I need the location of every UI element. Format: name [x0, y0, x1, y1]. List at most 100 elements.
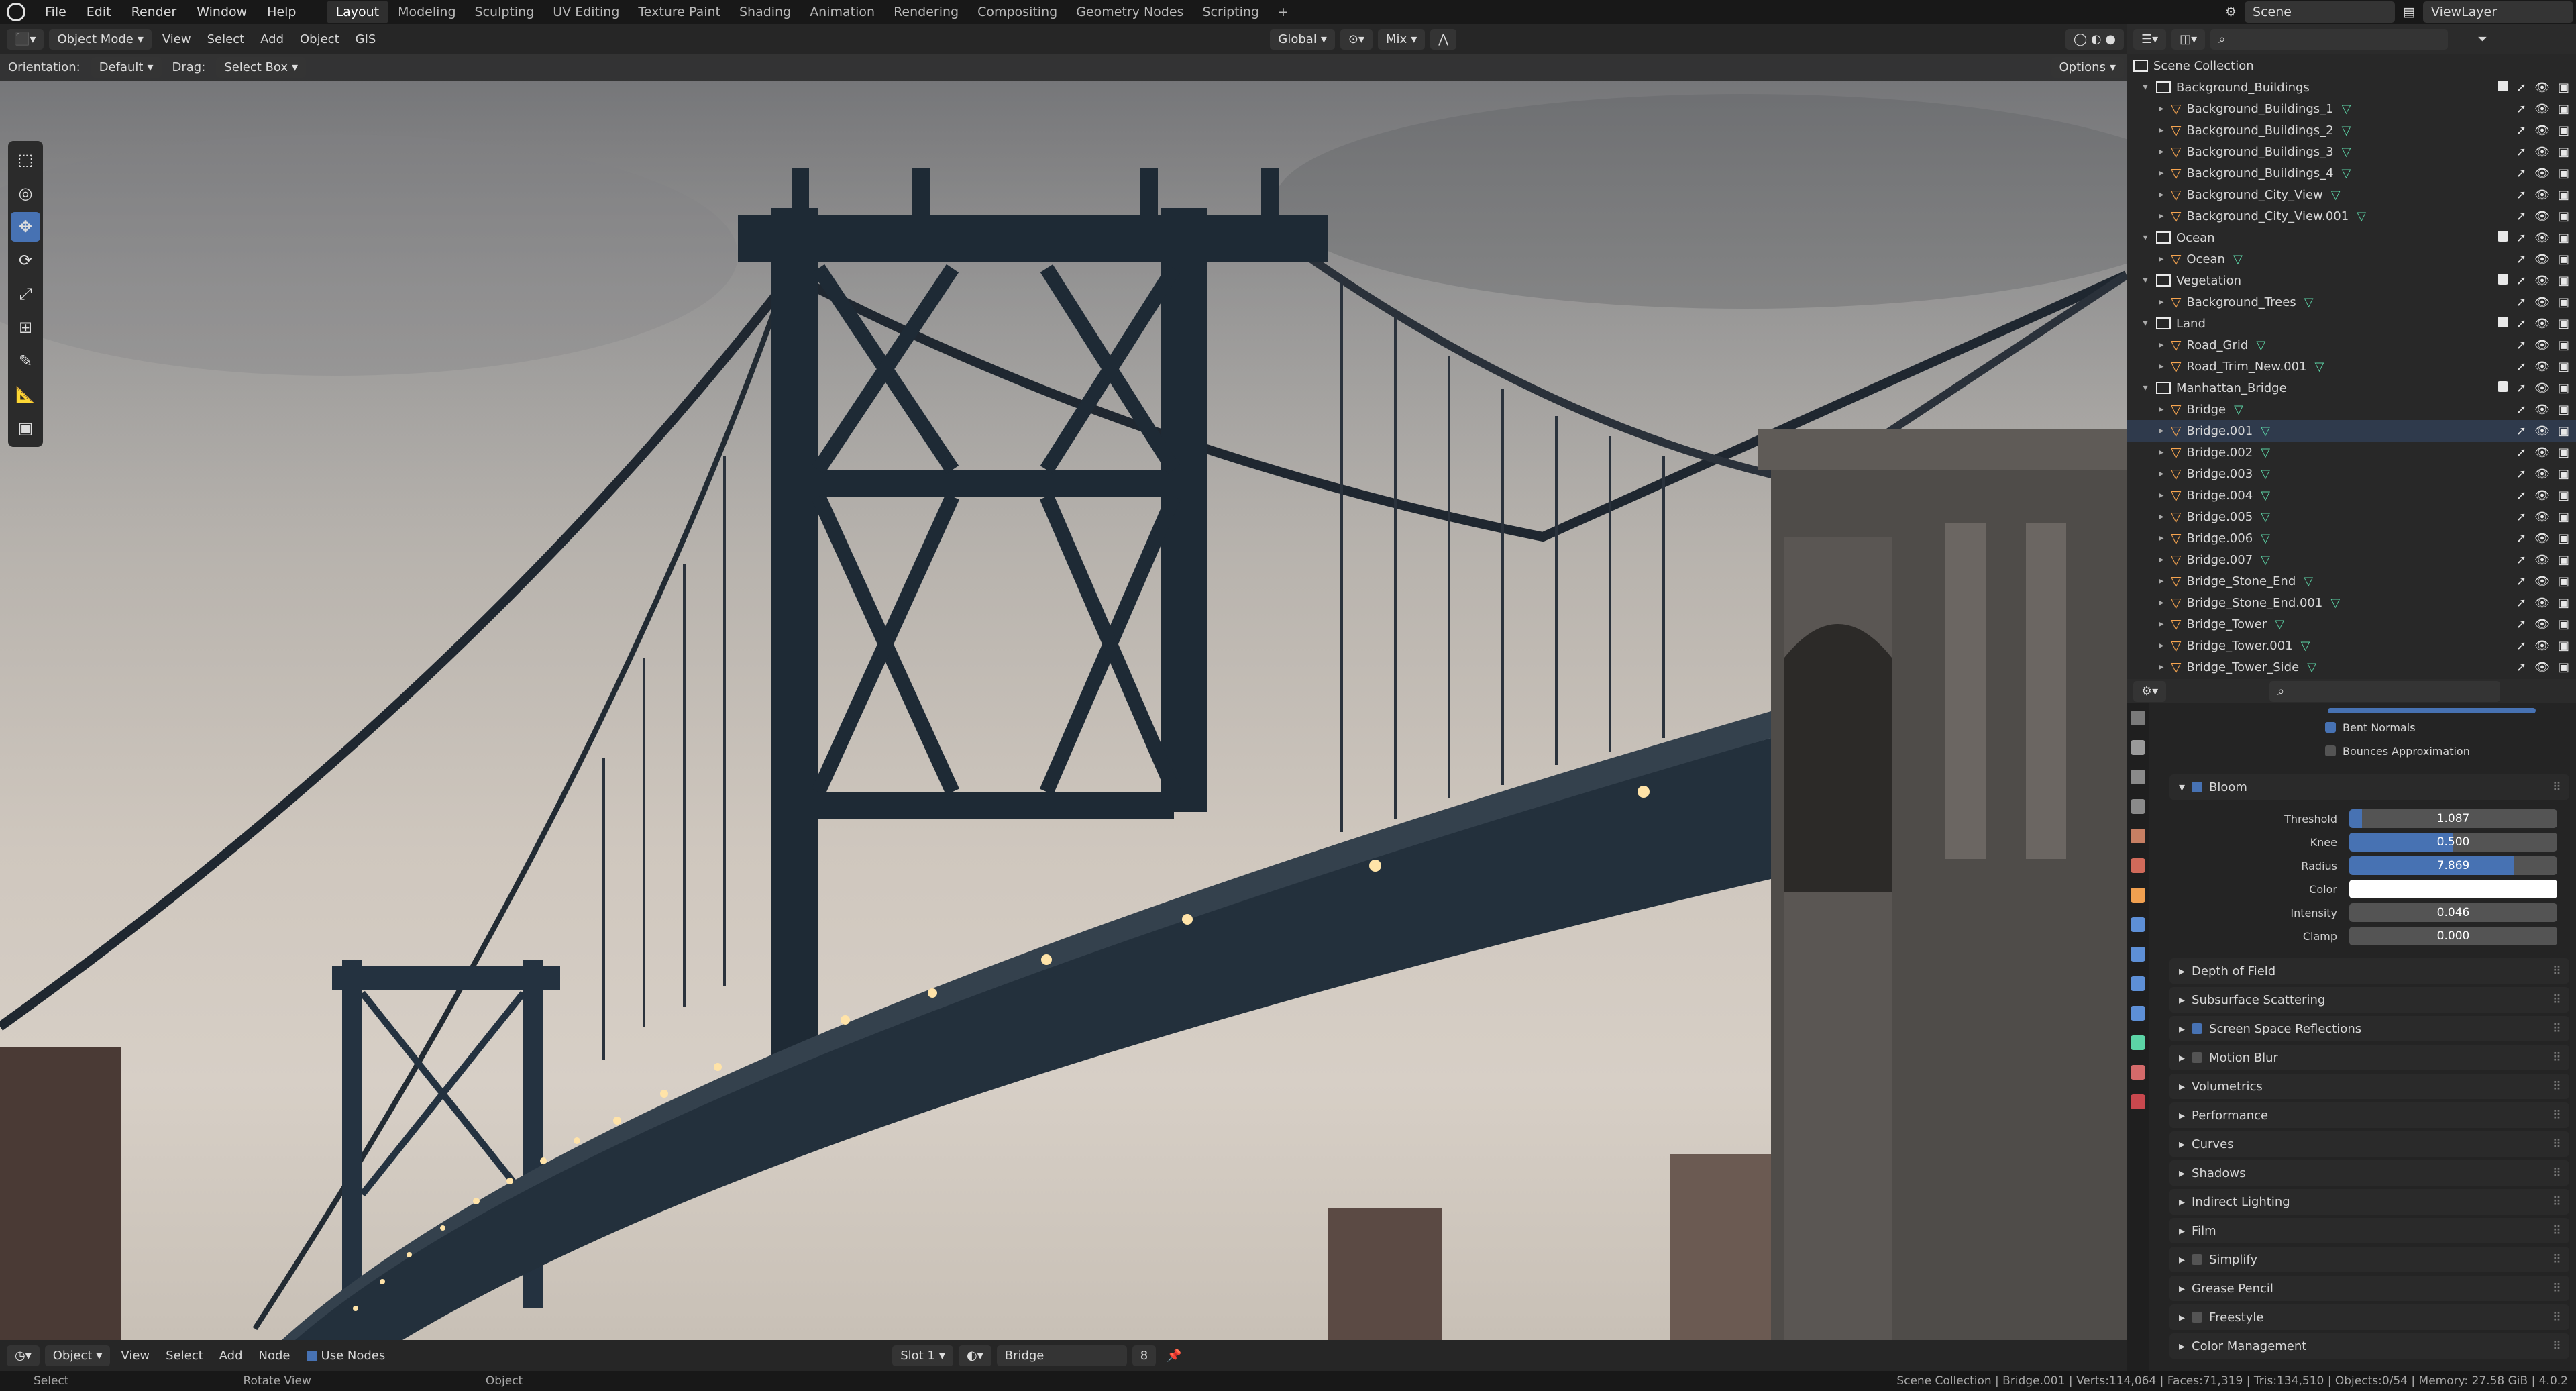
mesh-data-icon[interactable]: ▽ — [2301, 639, 2310, 653]
selectable-toggle-icon[interactable]: ➚ — [2516, 488, 2526, 503]
tab-texture-paint[interactable]: Texture Paint — [629, 1, 730, 23]
panel-simplify[interactable]: ▸ Simplify ⠿ — [2169, 1247, 2569, 1272]
chevron-right-icon[interactable]: ▸ — [2179, 1166, 2185, 1180]
expand-icon[interactable]: ▸ — [2156, 211, 2167, 221]
drag-grip-icon[interactable]: ⠿ — [2553, 1080, 2561, 1094]
visibility-eye-icon[interactable]: 👁 — [2534, 446, 2550, 460]
expand-icon[interactable]: ▸ — [2156, 297, 2167, 307]
outliner-row[interactable]: ▸ ▽ Background_City_View ▽ ➚ 👁 ▣ — [2127, 184, 2576, 205]
selectable-toggle-icon[interactable]: ➚ — [2516, 424, 2526, 438]
mesh-data-icon[interactable]: ▽ — [2234, 403, 2243, 417]
selectable-toggle-icon[interactable]: ➚ — [2516, 295, 2526, 309]
selectable-toggle-icon[interactable]: ➚ — [2516, 467, 2526, 481]
mode-selector[interactable]: Object Mode ▾ — [49, 28, 152, 50]
checkbox[interactable] — [2325, 745, 2336, 756]
tab-sculpting[interactable]: Sculpting — [466, 1, 544, 23]
outliner-row[interactable]: ▸ ▽ Bridge.007 ▽ ➚ 👁 ▣ — [2127, 549, 2576, 570]
panel-checkbox[interactable] — [2192, 1312, 2203, 1323]
node-menu-node[interactable]: Node — [251, 1349, 299, 1363]
properties-search-input[interactable]: ⌕ — [2269, 680, 2501, 702]
orientation-selector[interactable]: Default ▾ — [91, 56, 162, 78]
chevron-right-icon[interactable]: ▸ — [2179, 1137, 2185, 1151]
cursor-tool-icon[interactable]: ◎ — [11, 178, 40, 208]
snap-toggle[interactable]: ⋀ — [1430, 28, 1456, 50]
tab-shading[interactable]: Shading — [730, 1, 800, 23]
selectable-toggle-icon[interactable]: ➚ — [2516, 531, 2526, 546]
rotate-tool-icon[interactable]: ⟳ — [11, 246, 40, 275]
expand-icon[interactable]: ▸ — [2156, 168, 2167, 178]
panel-film[interactable]: ▸ Film ⠿ — [2169, 1218, 2569, 1243]
outliner-row[interactable]: ▸ ▽ Bridge_Tower ▽ ➚ 👁 ▣ — [2127, 613, 2576, 635]
expand-collapse-icon[interactable]: ▾ — [2140, 232, 2151, 243]
expand-collapse-icon[interactable]: ▾ — [2140, 318, 2151, 329]
exclude-checkbox[interactable] — [2498, 316, 2509, 327]
selectable-toggle-icon[interactable]: ➚ — [2516, 145, 2526, 159]
visibility-eye-icon[interactable]: 👁 — [2534, 424, 2550, 438]
visibility-eye-icon[interactable]: 👁 — [2534, 639, 2550, 653]
chevron-right-icon[interactable]: ▸ — [2179, 1224, 2185, 1238]
panel-shadows[interactable]: ▸ Shadows ⠿ — [2169, 1160, 2569, 1186]
view-layer-tab-icon[interactable] — [2131, 799, 2145, 814]
material-name-field[interactable]: Bridge — [996, 1345, 1127, 1366]
expand-icon[interactable]: ▸ — [2156, 447, 2167, 458]
3d-viewport[interactable]: ⬚ ◎ ✥ ⟳ ⤢ ⊞ ✎ 📐 ▣ — [0, 54, 2127, 1340]
render-camera-icon[interactable]: ▣ — [2558, 145, 2569, 159]
visibility-eye-icon[interactable]: 👁 — [2534, 166, 2550, 181]
outliner-editor-selector[interactable]: ☰▾ — [2133, 28, 2167, 50]
render-camera-icon[interactable]: ▣ — [2558, 381, 2569, 395]
outliner-row[interactable]: ▸ ▽ Bridge.002 ▽ ➚ 👁 ▣ — [2127, 442, 2576, 463]
render-camera-icon[interactable]: ▣ — [2558, 574, 2569, 588]
outliner-row[interactable]: ▾ Manhattan_Bridge ➚ 👁 ▣ — [2127, 377, 2576, 399]
selectable-toggle-icon[interactable]: ➚ — [2516, 381, 2526, 395]
outliner-row[interactable]: ▸ ▽ Background_Buildings_2 ▽ ➚ 👁 ▣ — [2127, 119, 2576, 141]
visibility-eye-icon[interactable]: 👁 — [2534, 338, 2550, 352]
expand-icon[interactable]: ▸ — [2156, 425, 2167, 436]
scale-tool-icon[interactable]: ⤢ — [11, 279, 40, 309]
modifier-tab-icon[interactable] — [2131, 917, 2145, 932]
world-tab-icon[interactable] — [2131, 858, 2145, 873]
viewport-menu-select[interactable]: Select — [199, 32, 253, 46]
render-camera-icon[interactable]: ▣ — [2558, 295, 2569, 309]
selectable-toggle-icon[interactable]: ➚ — [2516, 617, 2526, 631]
panel-performance[interactable]: ▸ Performance ⠿ — [2169, 1102, 2569, 1128]
mesh-data-icon[interactable]: ▽ — [2261, 467, 2270, 481]
add-workspace-button[interactable]: + — [1269, 1, 1298, 23]
panel-screen-space-reflections[interactable]: ▸ Screen Space Reflections ⠿ — [2169, 1016, 2569, 1041]
expand-icon[interactable]: ▸ — [2156, 640, 2167, 651]
expand-icon[interactable]: ▸ — [2156, 554, 2167, 565]
outliner-row[interactable]: ▸ ▽ Background_City_View.001 ▽ ➚ 👁 ▣ — [2127, 205, 2576, 227]
expand-icon[interactable]: ▸ — [2156, 254, 2167, 264]
outliner-row[interactable]: ▸ ▽ Bridge ▽ ➚ 👁 ▣ — [2127, 399, 2576, 420]
mesh-data-icon[interactable]: ▽ — [2233, 252, 2243, 266]
editor-type-selector[interactable]: ⬛▾ — [7, 28, 44, 50]
render-camera-icon[interactable]: ▣ — [2558, 467, 2569, 481]
menu-file[interactable]: File — [35, 5, 76, 19]
expand-collapse-icon[interactable]: ▾ — [2140, 275, 2151, 286]
selectable-toggle-icon[interactable]: ➚ — [2516, 231, 2526, 245]
visibility-eye-icon[interactable]: 👁 — [2534, 467, 2550, 481]
selectable-toggle-icon[interactable]: ➚ — [2516, 553, 2526, 567]
panel-subsurface-scattering[interactable]: ▸ Subsurface Scattering ⠿ — [2169, 987, 2569, 1013]
filter-icon[interactable]: ⏷ — [2477, 32, 2487, 46]
drag-grip-icon[interactable]: ⠿ — [2553, 993, 2561, 1007]
render-camera-icon[interactable]: ▣ — [2558, 231, 2569, 245]
tab-layout[interactable]: Layout — [326, 1, 389, 23]
expand-icon[interactable]: ▸ — [2156, 340, 2167, 350]
render-camera-icon[interactable]: ▣ — [2558, 488, 2569, 503]
outliner-row[interactable]: ▸ ▽ Ocean ▽ ➚ 👁 ▣ — [2127, 248, 2576, 270]
expand-icon[interactable]: ▸ — [2156, 189, 2167, 200]
transform-tool-icon[interactable]: ⊞ — [11, 313, 40, 342]
blender-logo-icon[interactable] — [7, 3, 25, 21]
drag-grip-icon[interactable]: ⠿ — [2553, 1022, 2561, 1036]
visibility-eye-icon[interactable]: 👁 — [2534, 596, 2550, 610]
color-swatch[interactable] — [2349, 880, 2557, 898]
outliner-row[interactable]: ▸ ▽ Bridge_Stone_End ▽ ➚ 👁 ▣ — [2127, 570, 2576, 592]
expand-icon[interactable]: ▸ — [2156, 597, 2167, 608]
tab-uv-editing[interactable]: UV Editing — [543, 1, 629, 23]
visibility-eye-icon[interactable]: 👁 — [2534, 531, 2550, 546]
outliner-row[interactable]: ▸ ▽ Background_Trees ▽ ➚ 👁 ▣ — [2127, 291, 2576, 313]
render-camera-icon[interactable]: ▣ — [2558, 166, 2569, 181]
expand-icon[interactable]: ▸ — [2156, 490, 2167, 501]
menu-help[interactable]: Help — [257, 5, 306, 19]
annotate-tool-icon[interactable]: ✎ — [11, 346, 40, 376]
